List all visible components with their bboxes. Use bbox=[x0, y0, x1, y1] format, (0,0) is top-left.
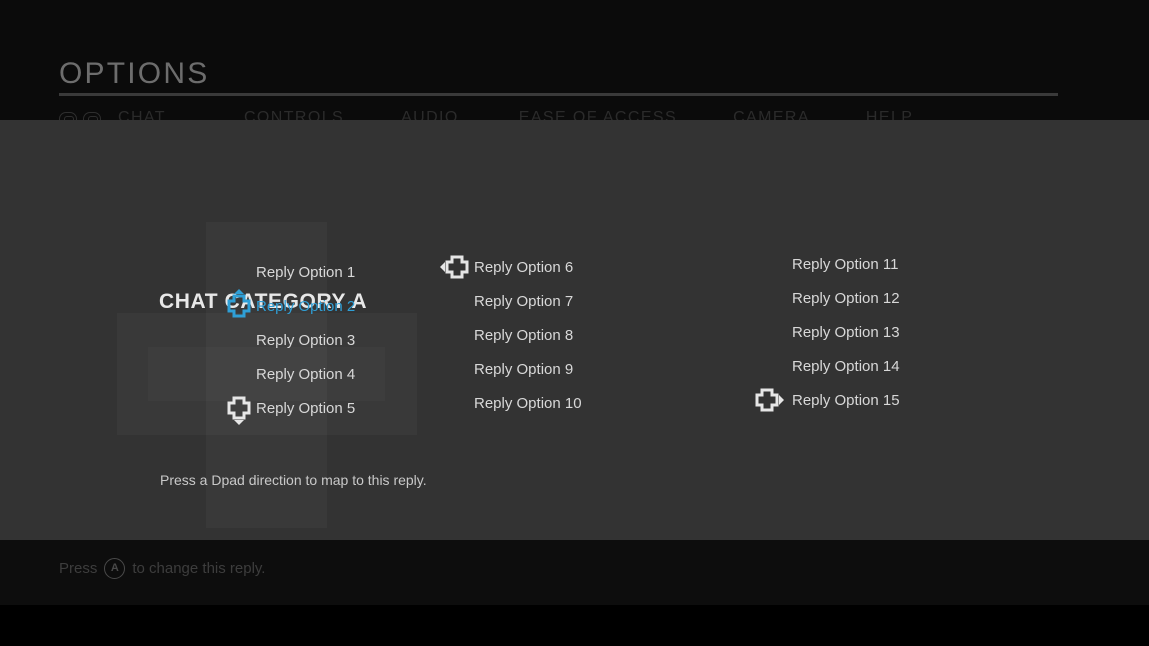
footer-hint: Press A to change this reply. bbox=[59, 558, 265, 579]
title-divider bbox=[59, 93, 1058, 96]
reply-option-label: Reply Option 1 bbox=[256, 263, 356, 281]
a-button-icon[interactable]: A bbox=[104, 558, 126, 579]
reply-option-row[interactable]: Reply Option 1 bbox=[160, 255, 420, 289]
reply-option-row[interactable]: Reply Option 15 bbox=[700, 383, 960, 417]
reply-column-2: Reply Option 6 Reply Option 7 Reply Option… bbox=[430, 250, 690, 420]
reply-option-label: Reply Option 10 bbox=[474, 394, 582, 412]
reply-option-label: Reply Option 6 bbox=[474, 258, 574, 276]
reply-option-label: Reply Option 14 bbox=[792, 357, 900, 375]
reply-option-row[interactable]: Reply Option 10 bbox=[430, 386, 690, 420]
reply-option-row[interactable]: Reply Option 6 bbox=[430, 250, 690, 284]
letterbox-bottom bbox=[0, 605, 1149, 646]
reply-option-row[interactable]: Reply Option 7 bbox=[430, 284, 690, 318]
reply-option-label: Reply Option 5 bbox=[256, 399, 356, 417]
dpad-up-icon bbox=[222, 289, 256, 323]
reply-column-3: Reply Option 11 Reply Option 12 Reply Opti… bbox=[700, 247, 960, 417]
reply-option-row[interactable]: Reply Option 14 bbox=[700, 349, 960, 383]
reply-option-label: Reply Option 4 bbox=[256, 365, 356, 383]
dpad-down-icon bbox=[222, 391, 256, 425]
reply-option-row[interactable]: Reply Option 3 bbox=[160, 323, 420, 357]
page-title: OPTIONS bbox=[59, 57, 210, 90]
reply-option-row[interactable]: Reply Option 12 bbox=[700, 281, 960, 315]
options-screen: OPTIONS CHAT CONTROLS AUDIO EASE OF ACCE… bbox=[0, 0, 1149, 646]
reply-option-label: Reply Option 11 bbox=[792, 255, 899, 273]
footer-prefix: Press bbox=[59, 560, 98, 577]
chat-category-panel: CHAT CATEGORY A Reply Option 1 Reply Opti… bbox=[0, 120, 1149, 540]
reply-option-row[interactable]: Reply Option 13 bbox=[700, 315, 960, 349]
reply-option-label: Reply Option 9 bbox=[474, 360, 574, 378]
footer-suffix: to change this reply. bbox=[132, 560, 266, 577]
reply-option-row[interactable]: Reply Option 11 bbox=[700, 247, 960, 281]
reply-option-label: Reply Option 3 bbox=[256, 331, 356, 349]
reply-option-row[interactable]: Reply Option 9 bbox=[430, 352, 690, 386]
reply-option-label: Reply Option 2 bbox=[256, 297, 356, 315]
reply-option-row[interactable]: Reply Option 2 bbox=[160, 289, 420, 323]
reply-option-label: Reply Option 15 bbox=[792, 391, 900, 409]
reply-option-row[interactable]: Reply Option 8 bbox=[430, 318, 690, 352]
reply-option-row[interactable]: Reply Option 4 bbox=[160, 357, 420, 391]
dpad-right-icon bbox=[750, 383, 784, 417]
reply-option-row[interactable]: Reply Option 5 bbox=[160, 391, 420, 425]
reply-option-label: Reply Option 13 bbox=[792, 323, 900, 341]
reply-option-label: Reply Option 12 bbox=[792, 289, 900, 307]
reply-option-label: Reply Option 8 bbox=[474, 326, 574, 344]
reply-option-label: Reply Option 7 bbox=[474, 292, 574, 310]
reply-column-1: Reply Option 1 Reply Option 2 Reply Option… bbox=[160, 255, 420, 425]
dpad-left-icon bbox=[440, 250, 474, 284]
bottom-action-bar: Press A to change this reply. bbox=[0, 540, 1149, 605]
mapping-hint: Press a Dpad direction to map to this re… bbox=[160, 472, 427, 488]
